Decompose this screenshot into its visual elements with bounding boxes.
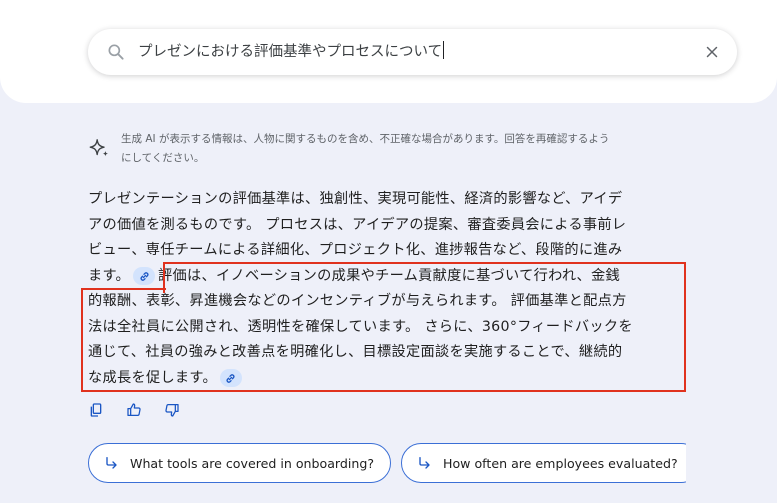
thumbs-up-icon — [127, 403, 141, 416]
search-icon — [108, 44, 124, 60]
answer-line: アの価値を測るものです。 プロセスは、アイデアの提案、審査委員会による事前レ — [88, 216, 627, 233]
answer-line: 法は全社員に公開され、透明性を確保しています。 さらに、360°フィードバックを — [88, 318, 633, 335]
search-bar[interactable]: プレゼンにおける評価基準やプロセスについて — [88, 29, 737, 75]
sparkle-icon — [89, 139, 109, 157]
answer-text: 評価は、イノベーションの成果やチーム貢献度に基づいて行われ、金銭 — [158, 267, 620, 284]
source-link-button[interactable] — [219, 369, 242, 387]
suggestion-chips: What tools are covered in onboarding? Ho… — [88, 443, 686, 483]
suggestion-chip[interactable]: How often are employees evaluated? — [401, 443, 686, 483]
thumbs-up-button[interactable] — [124, 400, 144, 420]
suggestion-chip[interactable]: What tools are covered in onboarding? — [88, 443, 391, 483]
close-icon[interactable] — [703, 43, 721, 61]
suggestion-label: How often are employees evaluated? — [443, 455, 678, 471]
ai-disclaimer: 生成 AI が表示する情報は、人物に関するものを含め、不正確な場合があります。回… — [88, 130, 718, 168]
answer-line: プレゼンテーションの評価基準は、独創性、実現可能性、経済的影響など、アイデ — [88, 191, 623, 207]
suggestion-label: What tools are covered in onboarding? — [130, 455, 375, 471]
ai-answer: プレゼンテーションの評価基準は、独創性、実現可能性、経済的影響など、アイデ アの… — [88, 187, 684, 391]
copy-button[interactable] — [86, 400, 106, 420]
source-link-button[interactable] — [133, 267, 156, 285]
answer-text: な成長を促します。 — [88, 369, 217, 386]
link-icon — [140, 271, 149, 281]
text-caret — [443, 41, 445, 59]
search-header: プレゼンにおける評価基準やプロセスについて — [0, 0, 777, 103]
answer-line: ビュー、専任チームによる詳細化、プロジェクト化、進捗報告など、段階的に進み — [88, 242, 623, 258]
answer-line: 通じて、社員の強みと改善点を明確化し、目標設定面談を実施することで、継続的 — [88, 344, 623, 360]
answer-line: な成長を促します。 — [88, 366, 684, 392]
answer-line: ます。 評価は、イノベーションの成果やチーム貢献度に基づいて行われ、金銭 — [88, 264, 684, 290]
search-input[interactable]: プレゼンにおける評価基準やプロセスについて — [138, 29, 698, 75]
disclaimer-line: にしてください。 — [121, 152, 205, 164]
thumbs-down-icon — [165, 404, 179, 417]
follow-up-arrow-icon — [419, 457, 430, 469]
answer-text: ます。 — [88, 267, 131, 284]
copy-icon — [90, 403, 102, 417]
feedback-row — [86, 400, 182, 420]
thumbs-down-button[interactable] — [162, 400, 182, 420]
answer-line: 的報酬、表彰、昇進機会などのインセンティブが与えられます。 評価基準と配点方 — [88, 293, 627, 309]
disclaimer-line: 生成 AI が表示する情報は、人物に関するものを含め、不正確な場合があります。回… — [121, 133, 610, 145]
link-icon — [226, 373, 235, 383]
follow-up-arrow-icon — [106, 457, 117, 469]
